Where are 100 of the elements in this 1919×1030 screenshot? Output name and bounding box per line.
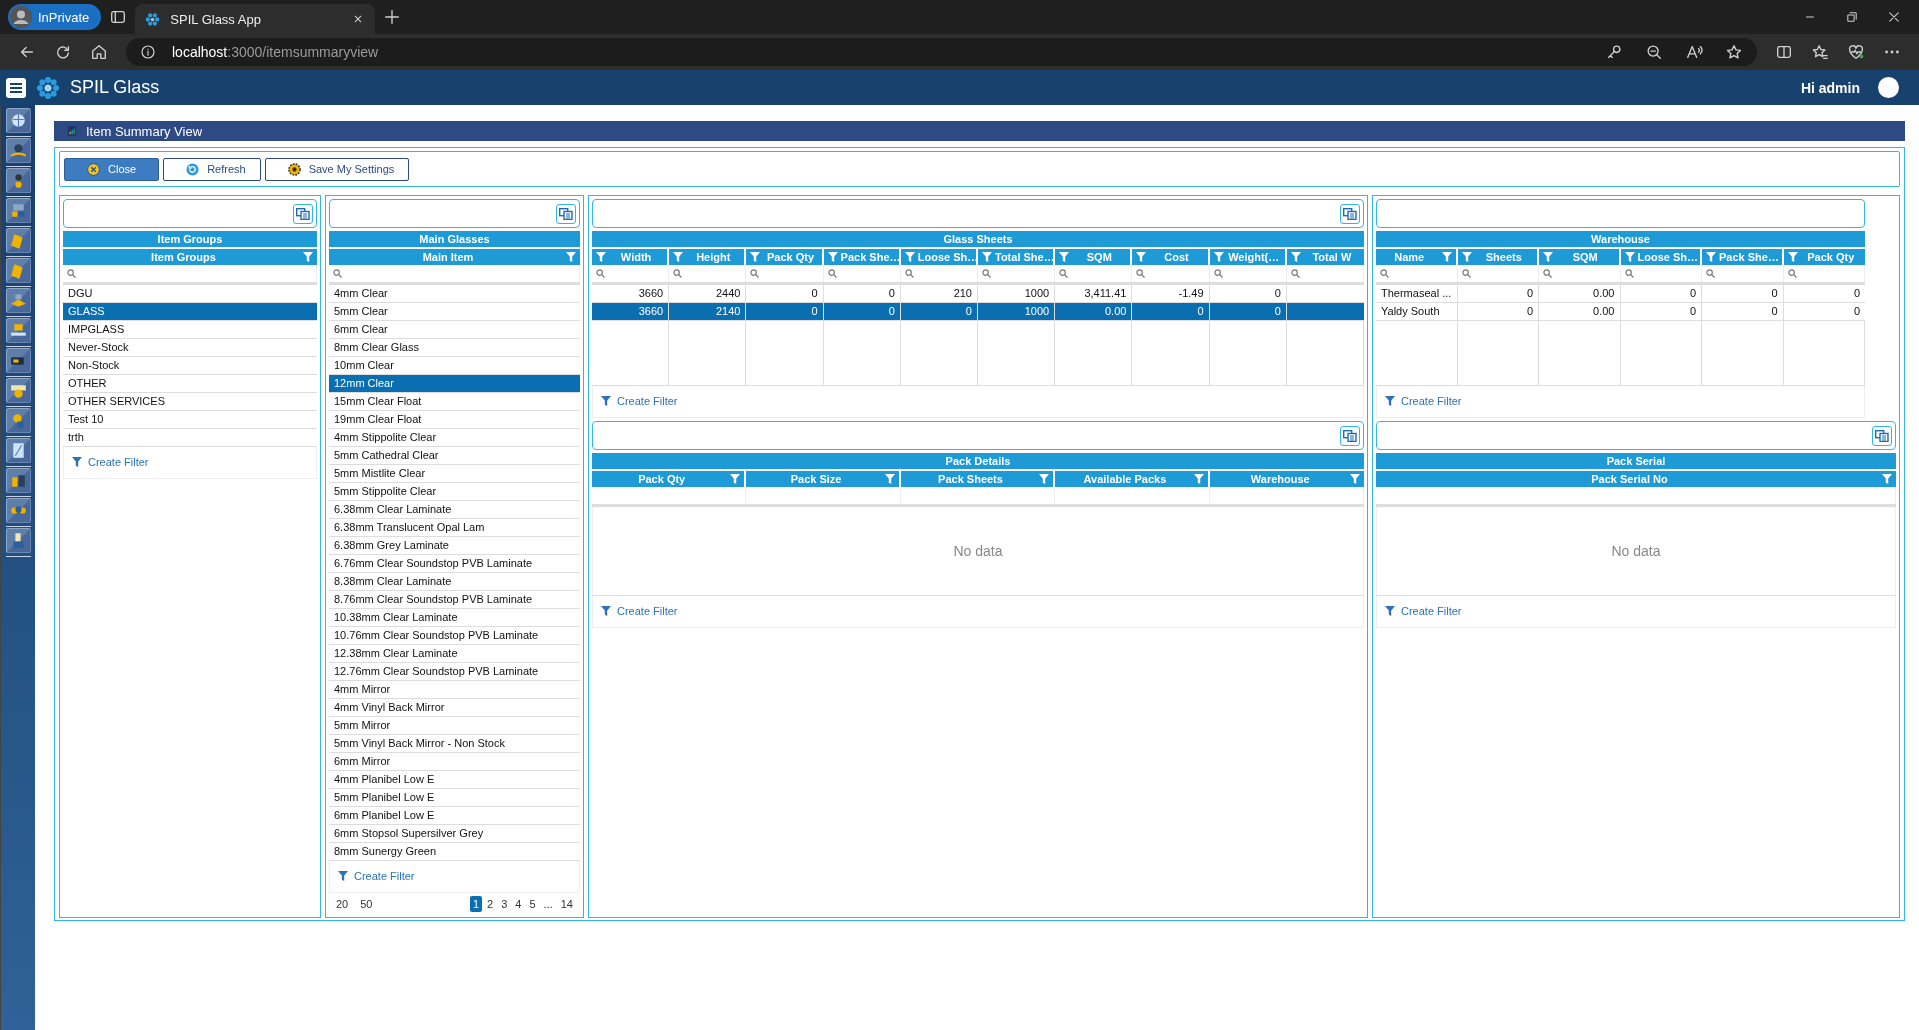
list-item[interactable]: 12.38mm Clear Laminate <box>329 645 580 663</box>
filter-icon[interactable] <box>1461 252 1472 262</box>
filter-icon[interactable] <box>982 252 992 262</box>
create-filter-link[interactable]: Create Filter <box>338 870 415 882</box>
list-item[interactable]: 8mm Sunergy Green <box>329 843 580 861</box>
page-button[interactable]: 1 <box>469 896 483 912</box>
reload-icon[interactable] <box>54 43 72 61</box>
page-size-option[interactable]: 20 <box>333 896 352 912</box>
info-icon[interactable] <box>140 44 156 60</box>
create-filter-link[interactable]: Create Filter <box>601 395 678 407</box>
list-item[interactable]: 12.76mm Clear Soundstop PVB Laminate <box>329 663 580 681</box>
filter-icon[interactable] <box>1787 252 1798 262</box>
list-item[interactable]: 6mm Planibel Low E <box>329 807 580 825</box>
filter-icon[interactable] <box>596 252 606 262</box>
copy-button[interactable] <box>1340 425 1360 446</box>
split-screen-icon[interactable] <box>1775 43 1793 61</box>
filter-icon[interactable] <box>1543 252 1553 262</box>
close-button[interactable]: Close <box>64 157 160 181</box>
filter-icon[interactable] <box>303 252 313 262</box>
star-icon[interactable] <box>1725 43 1743 61</box>
list-item[interactable]: 4mm Vinyl Back Mirror <box>329 699 580 717</box>
filter-icon[interactable] <box>1059 252 1070 262</box>
create-filter-link[interactable]: Create Filter <box>72 456 149 468</box>
filter-icon[interactable] <box>1136 252 1147 262</box>
module-icon[interactable] <box>5 468 31 497</box>
list-item[interactable]: 8.76mm Clear Soundstop PVB Laminate <box>329 591 580 609</box>
module-icon[interactable] <box>5 108 31 137</box>
copy-button[interactable] <box>556 203 576 224</box>
table-row[interactable]: Yaldy South 0 0.00 0 0 0 <box>1376 303 1865 321</box>
list-item[interactable]: 19mm Clear Float <box>329 411 580 429</box>
filter-icon[interactable] <box>730 474 741 484</box>
filter-icon[interactable] <box>1706 252 1716 262</box>
filter-icon[interactable] <box>601 606 611 616</box>
filter-icon[interactable] <box>338 871 348 881</box>
filter-icon[interactable] <box>904 252 915 262</box>
tab-actions-icon[interactable] <box>109 8 128 26</box>
list-item[interactable]: 5mm Mistlite Clear <box>329 465 580 483</box>
filter-icon[interactable] <box>827 252 838 262</box>
page-button[interactable]: 3 <box>498 896 511 912</box>
list-item[interactable]: 5mm Planibel Low E <box>329 789 580 807</box>
list-item[interactable]: 6mm Stopsol Supersilver Grey <box>329 825 580 843</box>
list-item[interactable]: 6.38mm Grey Laminate <box>329 537 580 555</box>
module-icon[interactable] <box>5 258 31 287</box>
list-item[interactable]: 6.38mm Clear Laminate <box>329 501 580 519</box>
table-row[interactable]: 3660 2140 0 0 0 1000 0.00 0 0 <box>592 303 1364 321</box>
list-item[interactable]: 10.76mm Clear Soundstop PVB Laminate <box>329 627 580 645</box>
list-item[interactable]: 5mm Vinyl Back Mirror - Non Stock <box>329 735 580 753</box>
module-icon[interactable] <box>5 378 31 407</box>
list-item[interactable]: IMPGLASS <box>63 321 317 339</box>
list-item[interactable]: OTHER SERVICES <box>63 393 317 411</box>
new-tab-icon[interactable] <box>383 8 402 26</box>
module-icon[interactable] <box>5 498 31 527</box>
list-item[interactable]: GLASS <box>63 303 317 321</box>
table-row[interactable]: Thermaseal ... 0 0.00 0 0 0 <box>1376 285 1865 303</box>
filter-icon[interactable] <box>601 396 611 406</box>
copy-button[interactable] <box>1340 203 1360 224</box>
menu-icon[interactable] <box>6 77 26 98</box>
module-icon[interactable] <box>5 528 31 557</box>
list-item[interactable]: 6mm Mirror <box>329 753 580 771</box>
module-icon[interactable] <box>5 288 31 317</box>
module-icon[interactable] <box>5 408 31 437</box>
create-filter-link[interactable]: Create Filter <box>1385 395 1462 407</box>
read-aloud-icon[interactable] <box>1685 43 1703 61</box>
address-bar[interactable]: localhost:3000/itemsummaryview <box>126 38 1757 66</box>
favorites-icon[interactable] <box>1811 43 1829 61</box>
filter-icon[interactable] <box>1385 396 1395 406</box>
list-item[interactable]: 12mm Clear <box>329 375 580 393</box>
module-icon[interactable] <box>5 228 31 257</box>
list-item[interactable]: Non-Stock <box>63 357 317 375</box>
list-item[interactable]: trth <box>63 429 317 447</box>
module-icon[interactable] <box>5 168 31 197</box>
page-button[interactable]: 14 <box>557 896 576 912</box>
filter-icon[interactable] <box>1290 252 1301 262</box>
list-item[interactable]: OTHER <box>63 375 317 393</box>
list-item[interactable]: 8.38mm Clear Laminate <box>329 573 580 591</box>
list-item[interactable]: 4mm Clear <box>329 285 580 303</box>
filter-icon[interactable] <box>1213 252 1224 262</box>
restore-icon[interactable] <box>1845 10 1859 24</box>
home-icon[interactable] <box>90 43 108 61</box>
filter-icon[interactable] <box>884 474 895 484</box>
page-button[interactable]: ... <box>540 896 556 912</box>
list-item[interactable]: 5mm Mirror <box>329 717 580 735</box>
avatar-icon[interactable] <box>1878 77 1899 98</box>
module-icon[interactable] <box>5 198 31 227</box>
page-button[interactable]: 2 <box>484 896 497 912</box>
zoom-out-icon[interactable] <box>1645 43 1663 61</box>
refresh-button[interactable]: Refresh <box>163 157 261 181</box>
list-item[interactable]: Never-Stock <box>63 339 317 357</box>
module-icon[interactable] <box>5 138 31 167</box>
page-button[interactable]: 4 <box>512 896 525 912</box>
create-filter-link[interactable]: Create Filter <box>601 605 678 617</box>
filter-icon[interactable] <box>750 252 761 262</box>
save-button[interactable]: Save My Settings <box>264 157 410 181</box>
list-item[interactable]: 6.38mm Translucent Opal Lam <box>329 519 580 537</box>
list-item[interactable]: 4mm Stippolite Clear <box>329 429 580 447</box>
filter-icon[interactable] <box>1193 474 1204 484</box>
list-item[interactable]: 5mm Clear <box>329 303 580 321</box>
filter-icon[interactable] <box>566 252 576 262</box>
list-item[interactable]: 10.38mm Clear Laminate <box>329 609 580 627</box>
browser-tab[interactable]: SPIL Glass App <box>135 4 376 34</box>
